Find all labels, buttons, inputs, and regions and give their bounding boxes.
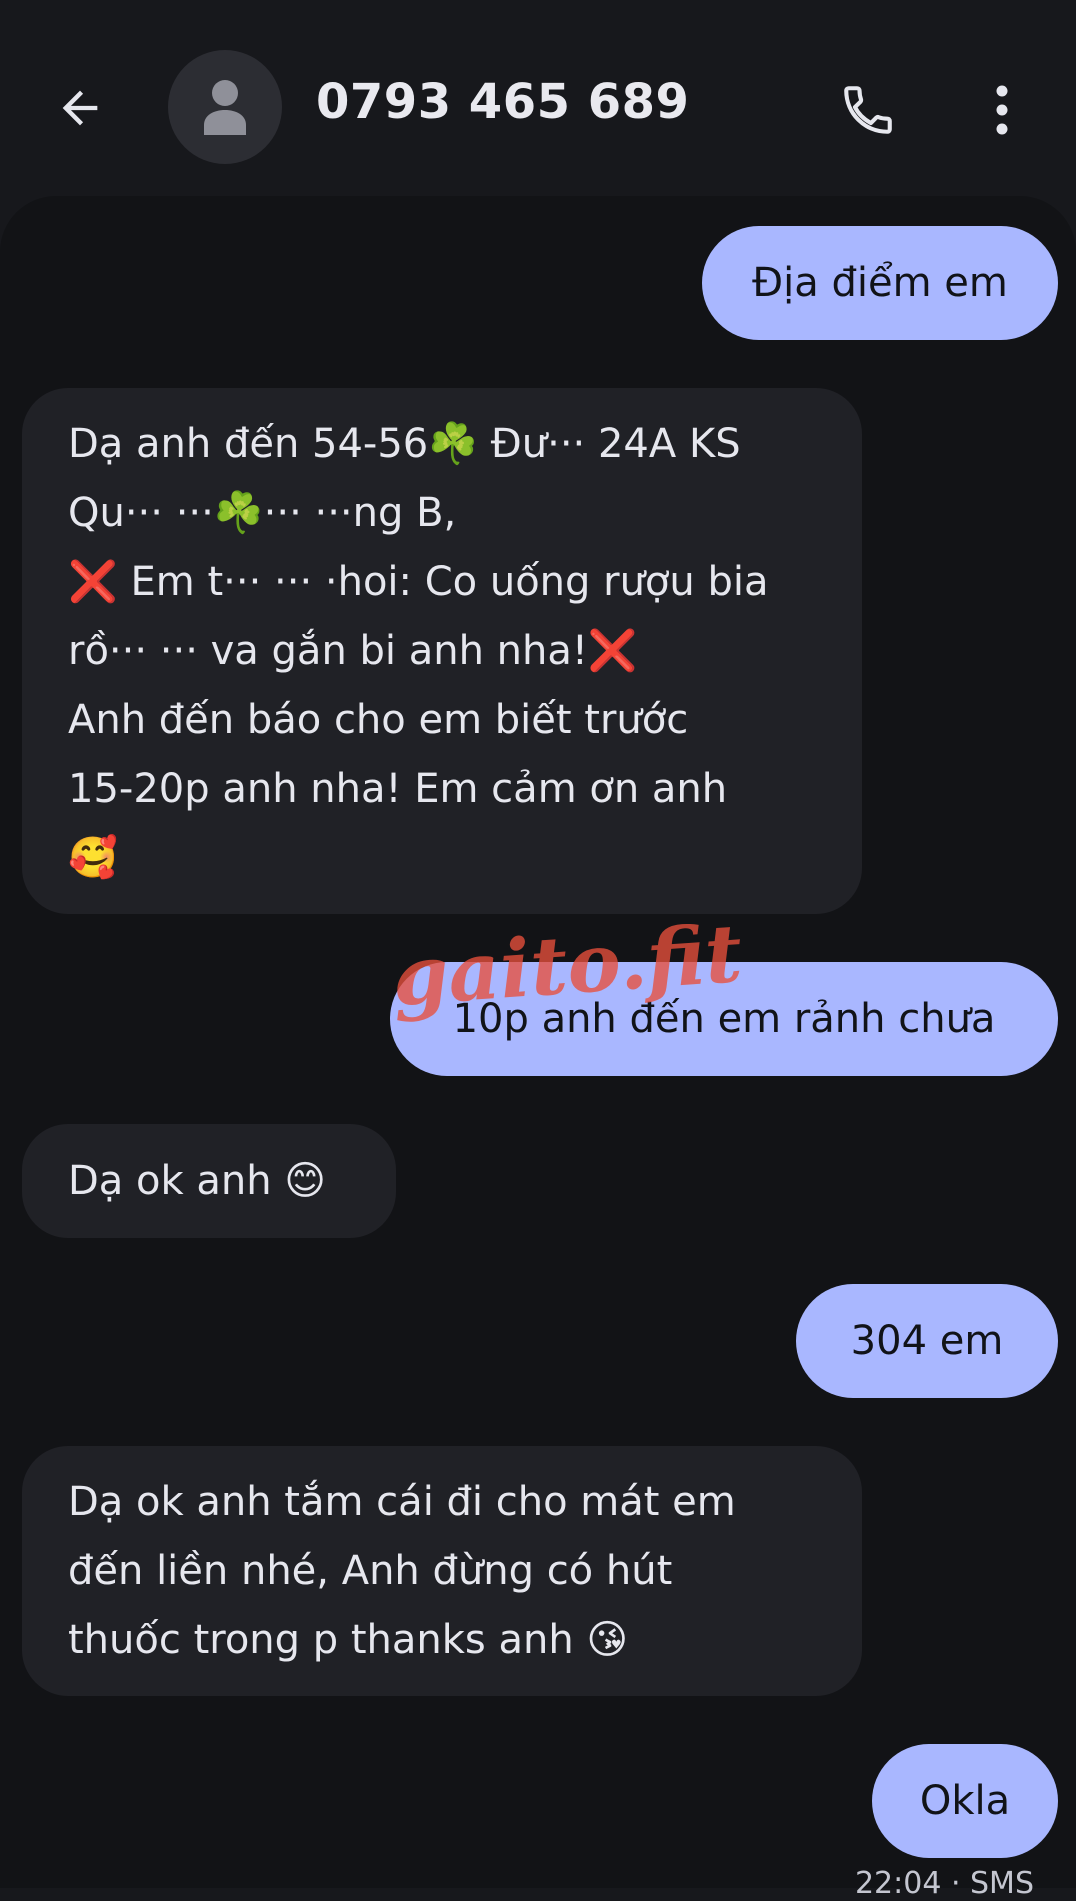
contact-title: 0793 465 689 bbox=[316, 74, 690, 130]
more-vert-icon bbox=[996, 85, 1008, 135]
message-outgoing[interactable]: Okla bbox=[872, 1744, 1058, 1858]
phone-icon bbox=[844, 86, 892, 134]
arrow-left-icon bbox=[62, 90, 98, 126]
contact-avatar[interactable] bbox=[168, 50, 282, 164]
message-incoming[interactable]: Dạ anh đến 54-56☘️ Đư··· 24A KS Qu··· ··… bbox=[22, 388, 862, 914]
back-button[interactable] bbox=[44, 72, 116, 144]
app-bar: 0793 465 689 bbox=[0, 0, 1076, 196]
message-outgoing[interactable]: 10p anh đến em rảnh chưa bbox=[390, 962, 1058, 1076]
message-outgoing[interactable]: 304 em bbox=[796, 1284, 1058, 1398]
more-options-button[interactable] bbox=[970, 68, 1034, 152]
message-incoming[interactable]: Dạ ok anh tắm cái đi cho mát em đến liền… bbox=[22, 1446, 862, 1696]
call-button[interactable] bbox=[826, 68, 910, 152]
message-incoming[interactable]: Dạ ok anh 😊 bbox=[22, 1124, 396, 1238]
message-outgoing[interactable]: Địa điểm em bbox=[702, 226, 1058, 340]
message-timestamp: 22:04 · SMS bbox=[854, 1866, 1034, 1901]
person-icon bbox=[204, 80, 246, 135]
